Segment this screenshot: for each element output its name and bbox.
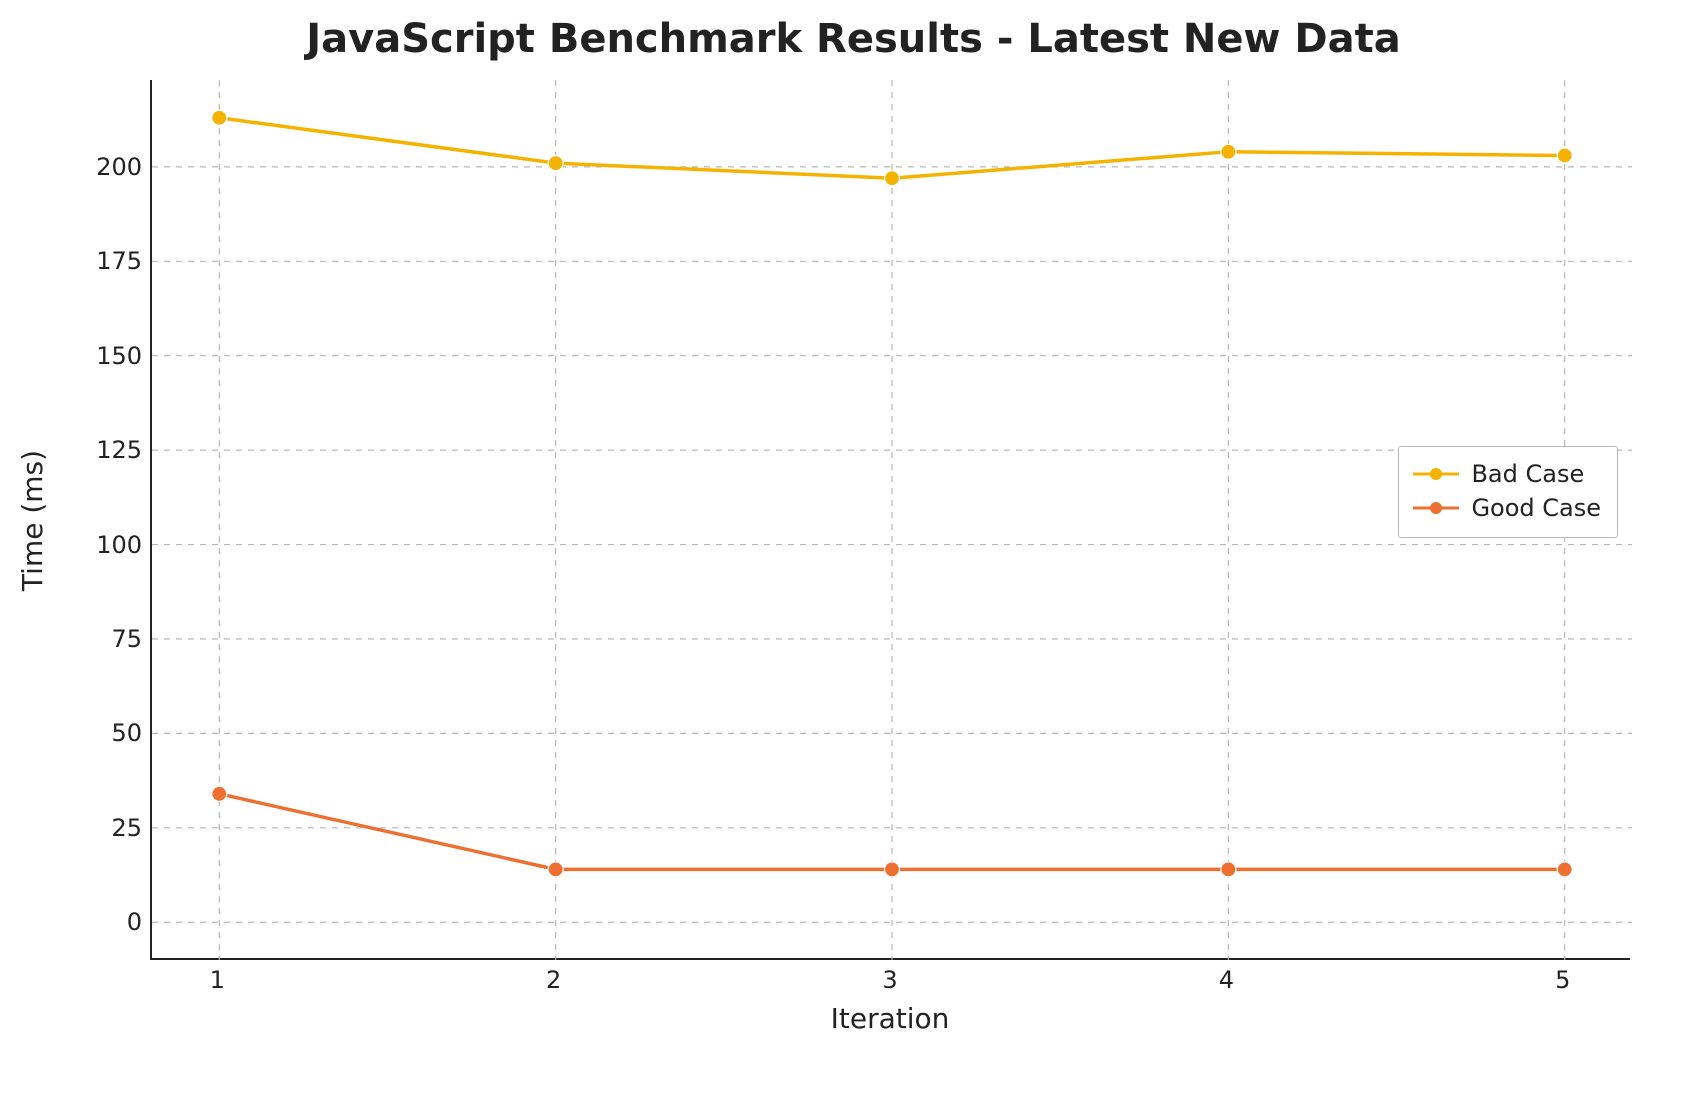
y-tick-label: 0 (62, 908, 142, 936)
y-tick-label: 175 (62, 247, 142, 275)
chart-title: JavaScript Benchmark Results - Latest Ne… (0, 16, 1707, 62)
y-tick-label: 125 (62, 436, 142, 464)
legend-label: Bad Case (1471, 457, 1584, 491)
chart-figure: JavaScript Benchmark Results - Latest Ne… (0, 0, 1707, 1101)
y-tick-label: 150 (62, 342, 142, 370)
legend-entry: Bad Case (1413, 457, 1601, 491)
y-tick-label: 100 (62, 531, 142, 559)
y-tick-label: 200 (62, 153, 142, 181)
y-tick-label: 50 (62, 719, 142, 747)
legend-swatch (1413, 498, 1459, 518)
y-tick-label: 75 (62, 625, 142, 653)
y-tick-label: 25 (62, 814, 142, 842)
legend: Bad CaseGood Case (1398, 446, 1618, 538)
legend-swatch (1413, 464, 1459, 484)
legend-label: Good Case (1471, 491, 1601, 525)
x-tick-label: 2 (546, 966, 561, 994)
x-tick-label: 5 (1555, 966, 1570, 994)
legend-entry: Good Case (1413, 491, 1601, 525)
x-tick-label: 4 (1219, 966, 1234, 994)
y-axis-label: Time (ms) (18, 80, 48, 960)
x-axis-label: Iteration (150, 1002, 1630, 1035)
x-tick-label: 3 (882, 966, 897, 994)
x-tick-label: 1 (210, 966, 225, 994)
